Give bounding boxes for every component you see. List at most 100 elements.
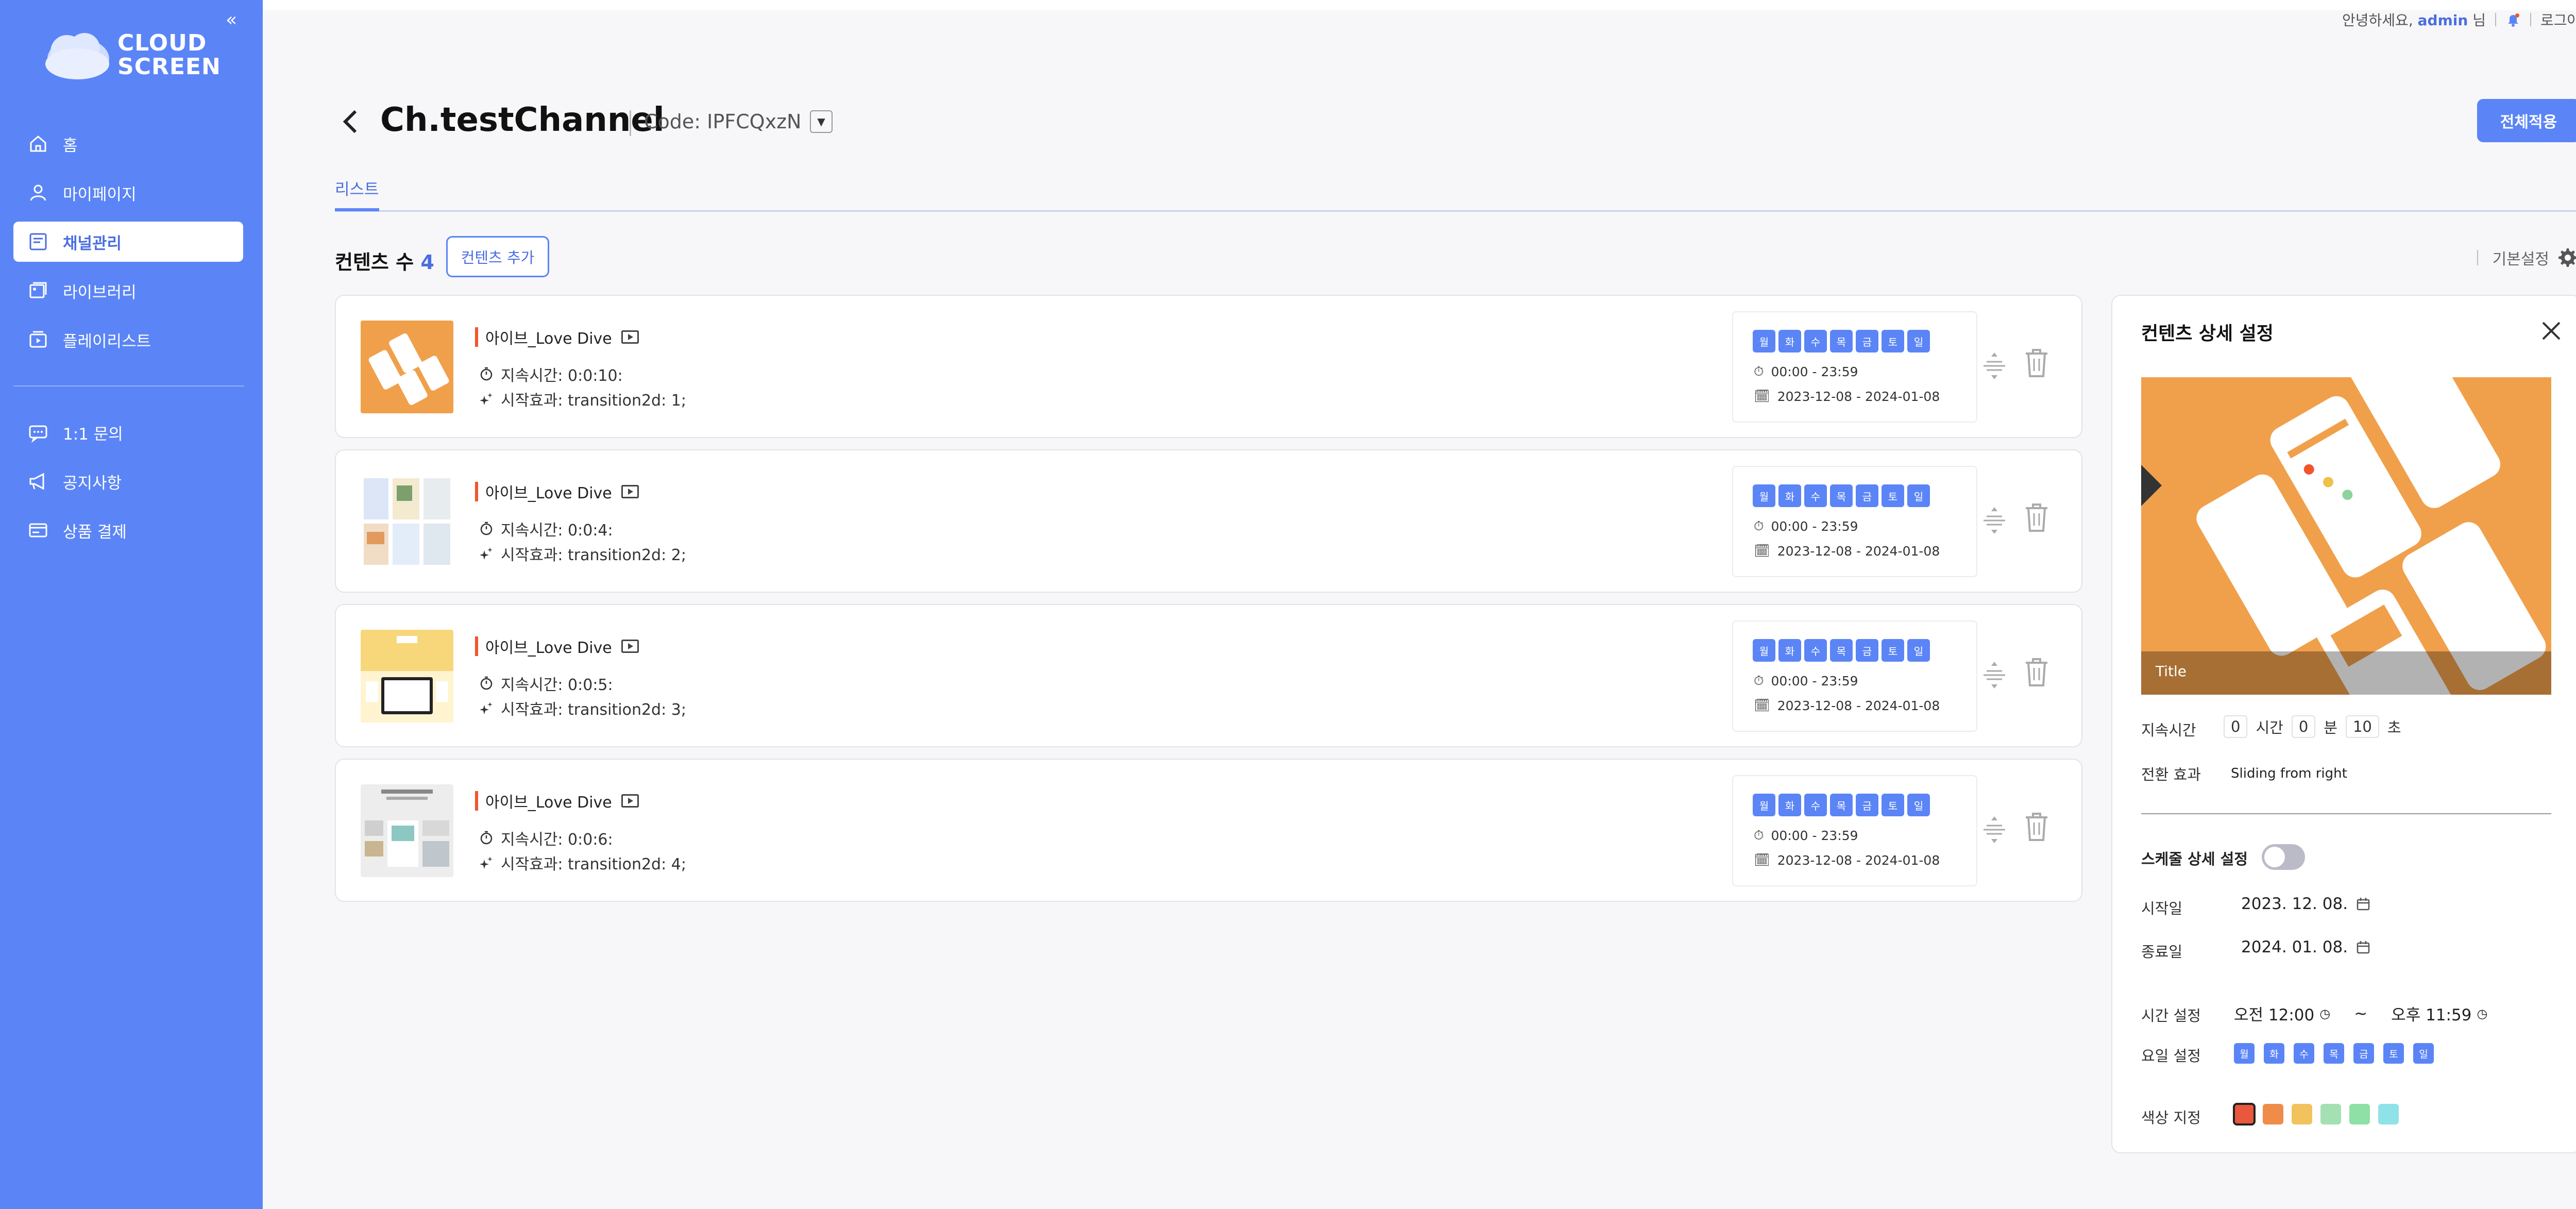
drag-handle-icon[interactable] [1981,661,2007,690]
notification-bell-icon[interactable] [2505,12,2521,27]
schedule-summary: 월화수목금토일 ⏱ 00:00 - 23:59 🗓 2023-12-08 - 202… [1732,620,1977,732]
chat-icon [27,421,49,444]
sidebar-item-payment[interactable]: 상품 결제 [13,510,243,550]
logo[interactable]: CLOUD SCREEN [37,27,221,83]
weekday-setting-label: 요일 설정 [2141,1047,2201,1065]
day-badge: 금 [1856,639,1878,662]
channel-dropdown-button[interactable]: ▼ [810,110,833,133]
title-accent [475,327,478,347]
transition-select[interactable]: Sliding from right [2231,766,2347,781]
user-icon [27,181,49,204]
logout-link[interactable]: 로그아웃 [2540,9,2576,30]
tab-divider [335,210,2576,212]
day-badge: 금 [1856,484,1878,507]
username[interactable]: admin [2418,12,2468,29]
duration-inputs: 0 시간 0 분 10 초 [2224,715,2401,738]
sidebar-item-notice[interactable]: 공지사항 [13,461,243,501]
cloud-logo-icon [45,33,109,79]
trash-icon[interactable] [2024,657,2049,687]
clock-icon: ⏱ [1754,364,1764,379]
clock-icon: ⏱ [1754,518,1764,533]
logo-line1: CLOUD [117,30,207,56]
minutes-input[interactable]: 0 [2291,715,2316,738]
seconds-unit: 초 [2387,719,2401,736]
effect-row: 시작효과: transition2d: 3; [479,697,686,719]
duration-label: 지속시간 [2141,721,2196,739]
color-swatch[interactable] [2320,1104,2341,1124]
drag-handle-icon[interactable] [1981,506,2007,535]
clock-icon[interactable]: ◷ [2319,1006,2330,1021]
sidebar-item-label: 라이브러리 [63,283,137,302]
color-swatch[interactable] [2263,1104,2283,1124]
sidebar-item-library[interactable]: 라이브러리 [13,271,243,311]
calendar-icon: 🗓 [1754,543,1770,558]
weekday-selector: 월 화 수 목 금 토 일 [2234,1043,2434,1064]
content-card[interactable]: 아이브_Love Dive 지속시간: 0:0:6: 시작효과: transit… [335,759,2082,902]
effect-text: 시작효과: transition2d: 2; [501,546,686,564]
schedule-toggle[interactable] [2262,844,2305,870]
sidebar-item-label: 마이페이지 [63,185,137,204]
color-swatch[interactable] [2292,1104,2312,1124]
trash-icon[interactable] [2024,811,2049,842]
start-date-value: 2023. 12. 08. [2241,895,2348,913]
color-swatch[interactable] [2233,1103,2256,1126]
day-toggle-thu[interactable]: 목 [2324,1043,2344,1064]
day-toggle-fri[interactable]: 금 [2353,1043,2374,1064]
sidebar-item-label: 홈 [63,136,78,155]
add-content-button[interactable]: 컨텐츠 추가 [446,236,549,277]
basic-settings[interactable]: 기본설정 [2477,246,2576,269]
sparkle-icon [480,857,493,869]
content-card[interactable]: 아이브_Love Dive 지속시간: 0:0:10: 시작효과: transi… [335,295,2082,438]
duration-row: 지속시간: 0:0:4: [479,517,613,540]
start-date-field[interactable]: 2023. 12. 08. [2241,895,2370,913]
end-date-field[interactable]: 2024. 01. 08. [2241,938,2370,956]
trash-icon[interactable] [2024,347,2049,378]
calendar-icon[interactable] [2356,940,2370,954]
back-arrow-icon[interactable] [340,107,361,143]
effect-row: 시작효과: transition2d: 4; [479,851,686,874]
video-icon [621,640,639,653]
day-badge: 일 [1907,330,1930,352]
calendar-icon: 🗓 [1754,389,1770,404]
color-swatch[interactable] [2378,1104,2399,1124]
drag-handle-icon[interactable] [1981,351,2007,380]
color-swatch[interactable] [2349,1104,2370,1124]
calendar-icon: 🗓 [1754,698,1770,713]
tab-list[interactable]: 리스트 [335,176,379,199]
close-icon[interactable] [2539,318,2564,343]
time-start-input[interactable]: 오전 12:00 [2234,1002,2314,1025]
calendar-icon[interactable] [2356,897,2370,911]
trash-icon[interactable] [2024,502,2049,533]
day-toggle-sun[interactable]: 일 [2413,1043,2434,1064]
apply-all-button[interactable]: 전체적용 [2477,99,2576,142]
collapse-sidebar-button[interactable]: « [226,9,237,30]
clock-icon[interactable]: ◷ [2477,1006,2487,1021]
greeting-text: 안녕하세요, [2342,12,2413,29]
sidebar-item-inquiry[interactable]: 1:1 문의 [13,412,243,452]
sidebar-item-playlist[interactable]: 플레이리스트 [13,320,243,360]
content-title: 아이브_Love Dive [475,790,639,812]
start-date-label: 시작일 [2141,900,2183,917]
content-count: 컨텐츠 수 4 [335,246,434,275]
effect-row: 시작효과: transition2d: 1; [479,388,686,410]
drag-handle-icon[interactable] [1981,815,2007,844]
effect-row: 시작효과: transition2d: 2; [479,542,686,565]
seconds-input[interactable]: 10 [2345,715,2379,738]
content-card[interactable]: 아이브_Love Dive 지속시간: 0:0:4: 시작효과: transit… [335,449,2082,593]
day-toggle-sat[interactable]: 토 [2383,1043,2404,1064]
date-range: 🗓 2023-12-08 - 2024-01-08 [1754,852,1940,868]
sidebar-item-home[interactable]: 홈 [13,124,243,164]
day-toggle-wed[interactable]: 수 [2294,1043,2314,1064]
day-toggle-mon[interactable]: 월 [2234,1043,2255,1064]
sidebar-item-label: 상품 결제 [63,523,127,542]
sidebar-item-mypage[interactable]: 마이페이지 [13,173,243,213]
hours-input[interactable]: 0 [2224,715,2248,738]
day-toggle-tue[interactable]: 화 [2264,1043,2284,1064]
time-end-input[interactable]: 오후 11:59 [2391,1002,2471,1025]
color-setting-label: 색상 지정 [2141,1109,2201,1127]
content-card[interactable]: 아이브_Love Dive 지속시간: 0:0:5: 시작효과: transit… [335,604,2082,747]
day-badge: 목 [1830,639,1853,662]
megaphone-icon [27,470,49,493]
gear-icon[interactable] [2557,247,2576,268]
sidebar-item-channel[interactable]: 채널관리 [13,222,243,262]
